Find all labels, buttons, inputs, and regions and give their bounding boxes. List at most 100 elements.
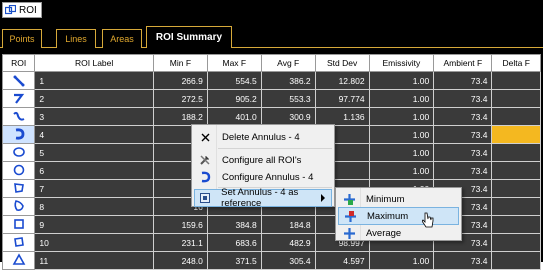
table-row[interactable]: 2 272.5 905.2 553.3 97.774 1.00 73.4 [1,89,541,108]
roi-type-cell[interactable] [1,161,36,180]
delta-f-cell[interactable] [491,251,541,270]
tab-strip: Points Lines Areas ROI Summary [0,26,543,48]
emissivity-cell[interactable]: 1.00 [368,143,435,162]
roi-type-cell[interactable] [1,143,36,162]
roi-type-cell[interactable] [1,89,36,108]
avg-f-cell[interactable]: 386.2 [260,71,316,90]
submenu-item-minimum[interactable]: Minimum [338,190,459,208]
delta-f-cell[interactable] [491,107,541,126]
roi-label-cell[interactable]: 3 [34,107,154,126]
ambient-f-cell[interactable]: 73.4 [433,125,493,144]
table-header-row: ROI ROI Label Min F Max F Avg F Std Dev … [1,54,541,72]
emissivity-cell[interactable]: 1.00 [368,89,435,108]
max-f-cell[interactable]: 401.0 [206,107,262,126]
min-f-cell[interactable]: 272.5 [152,89,208,108]
reference-icon [200,193,211,203]
roi-label-cell[interactable]: 6 [34,161,154,180]
ambient-f-cell[interactable]: 73.4 [433,143,493,162]
submenu-item-maximum[interactable]: Maximum [338,207,459,225]
menu-item-configure-all[interactable]: Configure all ROI's [194,151,332,169]
avg-f-cell[interactable]: 482.9 [260,233,316,252]
roi-type-cell[interactable] [1,215,36,234]
roi-label-cell[interactable]: 7 [34,179,154,198]
roi-label-cell[interactable]: 9 [34,215,154,234]
max-f-cell[interactable]: 554.5 [206,71,262,90]
roi-type-cell[interactable] [1,233,36,252]
table-row[interactable]: 3 188.2 401.0 300.9 1.136 1.00 73.4 [1,107,541,126]
col-header-roi[interactable]: ROI [1,54,36,72]
emissivity-cell[interactable]: 1.00 [368,71,435,90]
menu-item-set-reference[interactable]: Set Annulus - 4 as reference [194,187,332,209]
avg-f-cell[interactable]: 553.3 [260,89,316,108]
roi-label-cell[interactable]: 5 [34,143,154,162]
delta-f-cell[interactable] [491,125,541,144]
tab-areas[interactable]: Areas [102,29,142,48]
ambient-f-cell[interactable]: 73.4 [433,71,493,90]
col-header-roi-label[interactable]: ROI Label [34,54,154,72]
avg-f-cell[interactable]: 184.8 [260,215,316,234]
tab-lines[interactable]: Lines [56,29,96,48]
menu-item-configure-annulus[interactable]: Configure Annulus - 4 [194,168,332,186]
min-f-cell[interactable]: 248.0 [152,251,208,270]
annulus-icon [201,171,211,183]
submenu-item-label: Average [366,227,402,239]
roi-label-cell[interactable]: 1 [34,71,154,90]
std-dev-cell[interactable]: 12.802 [314,71,370,90]
min-f-cell[interactable]: 188.2 [152,107,208,126]
emissivity-cell[interactable]: 1.00 [368,125,435,144]
delta-f-cell[interactable] [491,179,541,198]
emissivity-cell[interactable]: 1.00 [368,251,435,270]
submenu-item-average[interactable]: Average [338,224,459,242]
menu-item-delete[interactable]: Delete Annulus - 4 [194,128,332,146]
roi-label-cell[interactable]: 4 [34,125,154,144]
ambient-f-cell[interactable]: 73.4 [433,89,493,108]
max-f-cell[interactable]: 384.8 [206,215,262,234]
maximum-icon [344,210,356,222]
avg-f-cell[interactable]: 305.4 [260,251,316,270]
ambient-f-cell[interactable]: 73.4 [433,161,493,180]
std-dev-cell[interactable]: 4.597 [314,251,370,270]
tab-roi-summary[interactable]: ROI Summary [146,26,232,48]
emissivity-cell[interactable]: 1.00 [368,161,435,180]
min-f-cell[interactable]: 231.1 [152,233,208,252]
table-row[interactable]: 11 248.0 371.5 305.4 4.597 1.00 73.4 [1,251,541,270]
max-f-cell[interactable]: 905.2 [206,89,262,108]
roi-label-cell[interactable]: 8 [34,197,154,216]
roi-type-cell[interactable] [1,197,36,216]
roi-type-cell[interactable] [1,125,36,144]
col-header-emissivity[interactable]: Emissivity [368,54,435,72]
roi-type-cell[interactable] [1,107,36,126]
roi-type-cell[interactable] [1,251,36,270]
roi-type-cell[interactable] [1,179,36,198]
col-header-std-dev[interactable]: Std Dev [314,54,370,72]
min-f-cell[interactable]: 266.9 [152,71,208,90]
col-header-min-f[interactable]: Min F [152,54,208,72]
delta-f-cell[interactable] [491,161,541,180]
min-f-cell[interactable]: 159.6 [152,215,208,234]
delta-f-cell[interactable] [491,71,541,90]
col-header-max-f[interactable]: Max F [206,54,262,72]
ambient-f-cell[interactable]: 73.4 [433,107,493,126]
max-f-cell[interactable]: 683.6 [206,233,262,252]
avg-f-cell[interactable]: 300.9 [260,107,316,126]
delta-f-cell[interactable] [491,143,541,162]
delta-f-cell[interactable] [491,89,541,108]
delta-f-cell[interactable] [491,233,541,252]
col-header-avg-f[interactable]: Avg F [260,54,316,72]
std-dev-cell[interactable]: 97.774 [314,89,370,108]
ambient-f-cell[interactable]: 73.4 [433,251,493,270]
tab-points[interactable]: Points [2,29,42,48]
table-row[interactable]: 1 266.9 554.5 386.2 12.802 1.00 73.4 [1,71,541,90]
std-dev-cell[interactable]: 1.136 [314,107,370,126]
delta-f-cell[interactable] [491,197,541,216]
roi-label-cell[interactable]: 2 [34,89,154,108]
col-header-delta-f[interactable]: Delta F [491,54,541,72]
col-header-ambient-f[interactable]: Ambient F [433,54,493,72]
max-f-cell[interactable]: 371.5 [206,251,262,270]
menu-separator [218,148,332,149]
roi-label-cell[interactable]: 11 [34,251,154,270]
emissivity-cell[interactable]: 1.00 [368,107,435,126]
roi-label-cell[interactable]: 10 [34,233,154,252]
delta-f-cell[interactable] [491,215,541,234]
roi-type-cell[interactable] [1,71,36,90]
